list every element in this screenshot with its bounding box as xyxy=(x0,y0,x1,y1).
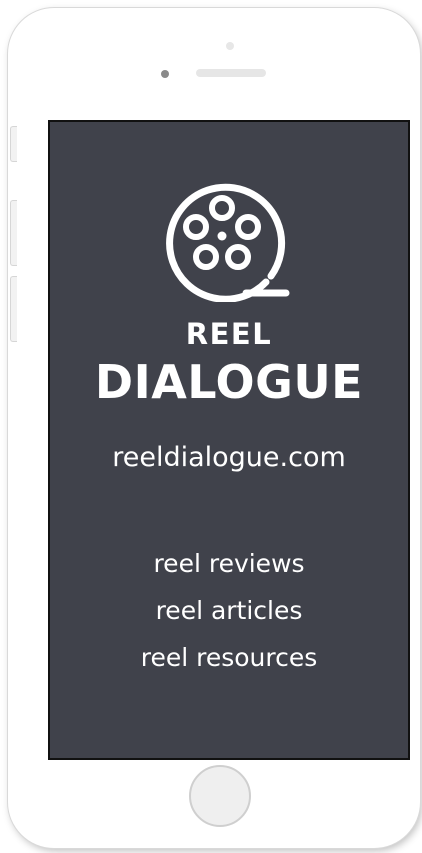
nav-item-articles[interactable]: reel articles xyxy=(50,587,408,634)
mute-switch xyxy=(10,126,17,162)
phone-frame: REEL DIALOGUE reeldialogue.com reel revi… xyxy=(8,8,420,848)
site-url-link[interactable]: reeldialogue.com xyxy=(50,442,408,473)
earpiece-speaker xyxy=(196,69,266,77)
volume-down-button xyxy=(10,276,17,342)
nav-item-reviews[interactable]: reel reviews xyxy=(50,540,408,587)
brand-name-main: DIALOGUE xyxy=(94,355,364,409)
front-camera xyxy=(226,42,234,50)
volume-up-button xyxy=(10,200,17,266)
film-reel-icon xyxy=(166,183,290,302)
proximity-sensor xyxy=(161,70,169,78)
nav-menu: reel reviews reel articles reel resource… xyxy=(50,540,408,681)
brand-name-top: REEL xyxy=(185,317,273,351)
home-button[interactable] xyxy=(189,765,251,827)
phone-screen: REEL DIALOGUE reeldialogue.com reel revi… xyxy=(48,120,410,760)
nav-item-resources[interactable]: reel resources xyxy=(50,634,408,681)
